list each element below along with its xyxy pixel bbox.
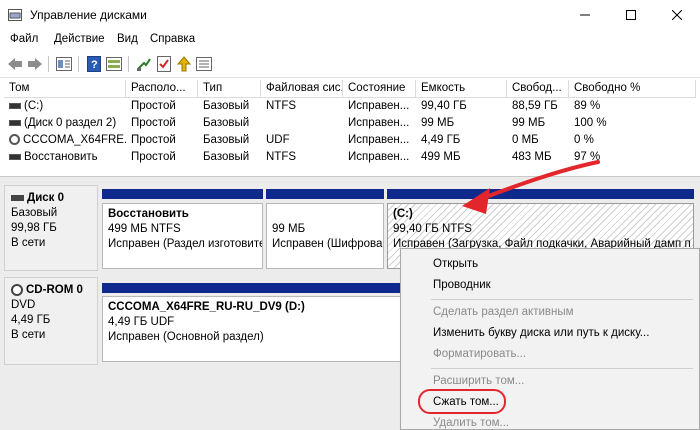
annotation-arrow-icon xyxy=(462,160,600,214)
